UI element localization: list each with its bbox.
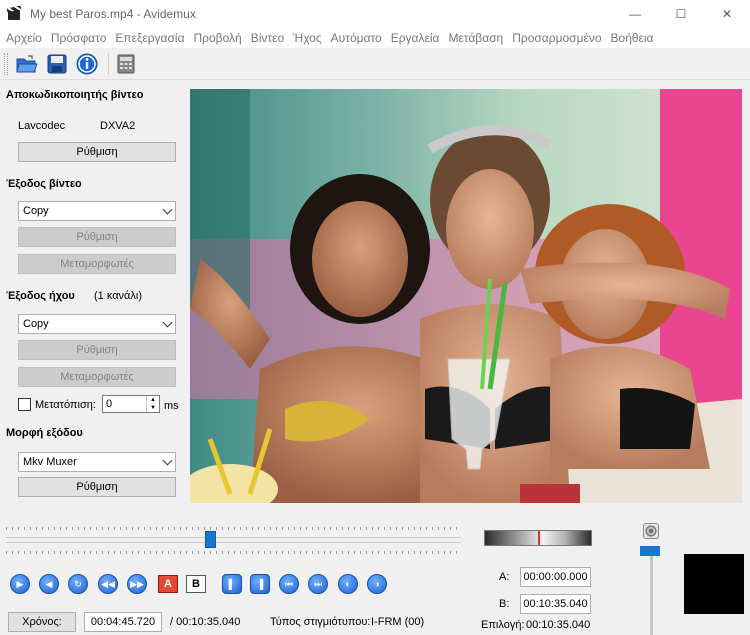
marker-a-label: A <box>164 578 172 590</box>
goto-marker-a-icon[interactable]: ▌ <box>222 574 242 594</box>
audio-output-title: Έξοδος ήχου <box>6 290 75 302</box>
output-format-select[interactable]: Mkv Muxer <box>18 452 176 472</box>
toolbar-separator <box>108 52 109 75</box>
menu-custom[interactable]: Προσαρμοσμένο <box>510 31 608 45</box>
minimize-button[interactable]: — <box>612 0 658 27</box>
video-filters-button[interactable]: Μεταμορφωτές <box>18 254 176 274</box>
decoder-name: Lavcodec <box>18 120 66 132</box>
toolbar <box>0 48 750 80</box>
audio-codec-value: Copy <box>23 318 49 330</box>
close-button[interactable]: ✕ <box>704 0 750 27</box>
previous-frame-icon[interactable]: ◀ <box>39 574 59 594</box>
speaker-icon[interactable] <box>643 523 659 539</box>
decoder-hw: DXVA2 <box>100 120 136 132</box>
audio-channels: (1 κανάλι) <box>94 290 143 302</box>
video-preview <box>190 89 742 503</box>
audio-codec-select[interactable]: Copy <box>18 314 176 334</box>
total-time: / 00:10:35.040 <box>170 616 241 628</box>
save-file-icon[interactable] <box>44 51 70 77</box>
menu-tools[interactable]: Εργαλεία <box>389 31 447 45</box>
toolbar-grip[interactable] <box>4 52 8 75</box>
selection-b-label: B: <box>499 598 510 610</box>
marker-b-label: B <box>192 578 200 590</box>
video-codec-select[interactable]: Copy <box>18 201 176 221</box>
video-configure-button[interactable]: Ρύθμιση <box>18 227 176 247</box>
previous-black-frame-icon[interactable]: ◐ <box>338 574 358 594</box>
open-file-icon[interactable] <box>14 51 40 77</box>
audio-configure-button[interactable]: Ρύθμιση <box>18 340 176 360</box>
current-time-field[interactable]: 00:04:45.720 <box>84 612 162 632</box>
goto-marker-b-icon[interactable]: ▐ <box>250 574 270 594</box>
selection-duration: 00:10:35.040 <box>526 619 591 631</box>
previous-keyframe-icon[interactable]: ◀◀ <box>98 574 118 594</box>
video-output-title: Έξοδος βίντεο <box>6 178 82 190</box>
title-bar: My best Paros.mp4 - Avidemux — ☐ ✕ <box>0 0 750 27</box>
next-frame-icon[interactable]: ↻ <box>68 574 88 594</box>
time-button[interactable]: Χρόνος: <box>8 612 76 632</box>
left-panel: Αποκωδικοποιητής βίντεο Lavcodec DXVA2 Ρ… <box>0 80 190 500</box>
volume-thumb[interactable] <box>640 546 660 556</box>
output-format-configure-button[interactable]: Ρύθμιση <box>18 477 176 497</box>
video-decoder-title: Αποκωδικοποιητής βίντεο <box>6 89 144 101</box>
timeline-thumb[interactable] <box>205 531 217 548</box>
info-icon[interactable] <box>74 51 100 77</box>
frame-type-value: I-FRM (00) <box>371 616 425 628</box>
next-black-frame-icon[interactable]: ◑ <box>367 574 387 594</box>
menu-recent[interactable]: Πρόσφατο <box>49 31 114 45</box>
audio-shift-label: Μετατόπιση: <box>35 399 96 411</box>
timeline-ticks-top <box>6 527 461 530</box>
clapperboard-icon <box>6 6 22 22</box>
play-icon[interactable]: ▶ <box>10 574 30 594</box>
chevron-down-icon <box>162 204 173 215</box>
audio-shift-unit: ms <box>164 400 179 412</box>
menu-video[interactable]: Βίντεο <box>249 31 291 45</box>
set-marker-b-button[interactable]: B <box>186 575 206 593</box>
audio-shift-input[interactable]: 0 ▲ ▼ <box>102 395 160 413</box>
audio-shift-value: 0 <box>106 398 113 410</box>
menu-file[interactable]: Αρχείο <box>4 31 49 45</box>
menu-bar: Αρχείο Πρόσφατο Επεξεργασία Προβολή Βίντ… <box>0 27 750 48</box>
audio-vu-meter <box>484 530 592 546</box>
selection-label: Επιλογή: <box>481 619 525 631</box>
selection-a-label: A: <box>499 571 510 583</box>
calculator-icon[interactable] <box>113 51 139 77</box>
selection-b-time: 00:10:35.040 <box>520 594 591 614</box>
chevron-down-icon <box>162 455 173 466</box>
set-marker-a-button[interactable]: A <box>158 575 178 593</box>
timeline-slider[interactable] <box>6 537 461 543</box>
vu-marker <box>538 531 540 545</box>
audio-shift-checkbox[interactable] <box>18 398 31 411</box>
video-codec-value: Copy <box>23 205 49 217</box>
spin-arrows-icon[interactable]: ▲ ▼ <box>146 396 159 412</box>
menu-help[interactable]: Βοήθεια <box>609 31 661 45</box>
output-preview <box>684 554 744 614</box>
volume-slider[interactable] <box>650 555 653 635</box>
menu-auto[interactable]: Αυτόματο <box>329 31 389 45</box>
chevron-down-icon <box>162 317 173 328</box>
menu-go[interactable]: Μετάβαση <box>446 31 510 45</box>
goto-start-icon[interactable]: ⏮ <box>279 574 299 594</box>
output-format-title: Μορφή εξόδου <box>6 427 83 439</box>
selection-a-time: 00:00:00.000 <box>520 567 591 587</box>
window-title: My best Paros.mp4 - Avidemux <box>30 6 196 21</box>
next-keyframe-icon[interactable]: ▶▶ <box>127 574 147 594</box>
goto-end-icon[interactable]: ⏭ <box>308 574 328 594</box>
output-format-value: Mkv Muxer <box>23 456 77 468</box>
menu-view[interactable]: Προβολή <box>192 31 249 45</box>
video-frame-image <box>190 89 742 503</box>
timeline-ticks-bottom <box>6 551 461 554</box>
frame-type-label: Τύπος στιγμιότυπου: <box>270 616 371 628</box>
menu-audio[interactable]: Ήχος <box>291 31 329 45</box>
audio-filters-button[interactable]: Μεταμορφωτές <box>18 367 176 387</box>
maximize-button[interactable]: ☐ <box>658 0 704 27</box>
menu-edit[interactable]: Επεξεργασία <box>113 31 191 45</box>
video-decoder-configure-button[interactable]: Ρύθμιση <box>18 142 176 162</box>
